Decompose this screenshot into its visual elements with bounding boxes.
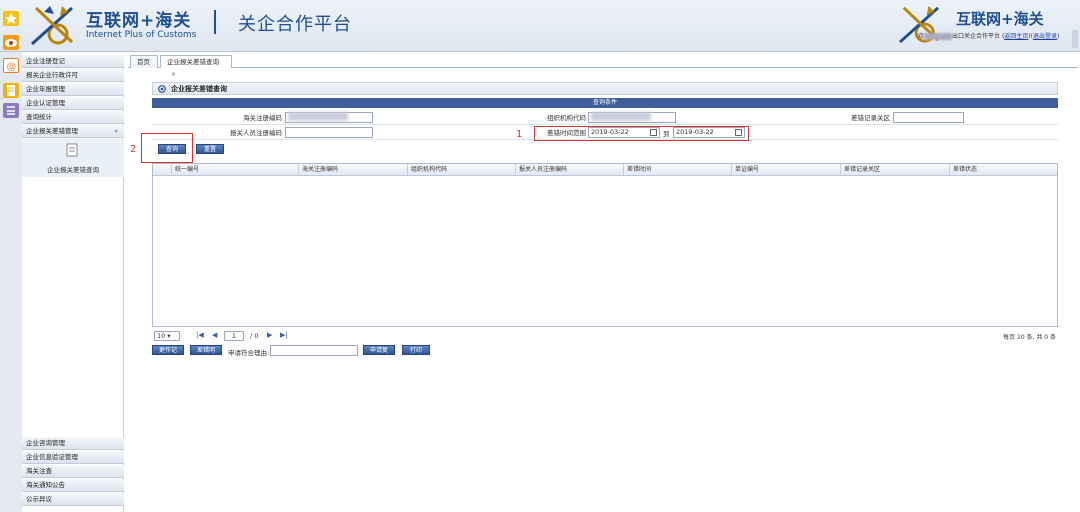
page-size-select[interactable]: 10 ▾ — [154, 331, 180, 341]
error-record-customs-label: 差错记录关区 — [851, 114, 890, 122]
prev-page-icon[interactable]: ◀ — [212, 331, 217, 339]
column-header[interactable]: 海关注册编码 — [298, 164, 407, 176]
welcome-suffix: 出口关企合作平台 — [952, 33, 1001, 40]
sidebar-item-label: 海关通知公告 — [26, 481, 65, 489]
declarer-reg-input[interactable] — [285, 127, 373, 138]
header-divider — [214, 10, 216, 34]
annotation-number: 1 — [516, 129, 523, 140]
pagination-bar: 10 ▾ |◀ ◀ 1 / 0 ▶ ▶| 每页 10 条, 共 0 条 — [152, 330, 1058, 342]
icon-strip: @ — [0, 11, 22, 512]
org-code-label: 组织机构代码 — [547, 114, 586, 122]
user-name-redacted — [924, 33, 953, 40]
submenu-panel: 企业报关差错查询 — [22, 139, 124, 177]
column-header[interactable]: 差错记录关区 — [840, 164, 949, 176]
sidebar-item-info-verify[interactable]: 企业信息验证管理 — [22, 451, 124, 464]
reason-input[interactable] — [270, 345, 358, 356]
tab-bar: 首页 企业报关差错查询 × — [128, 55, 1078, 78]
annotation-box-date-range — [534, 126, 749, 141]
customs-reg-label: 海关注册编码 — [243, 114, 282, 122]
star-icon[interactable] — [3, 11, 19, 26]
submenu-item-error-query[interactable]: 企业报关差错查询 — [22, 164, 124, 174]
welcome-text: 欢出口关企合作平台 (返回主页)(退出登录) — [918, 33, 1060, 40]
table-header: 统一编号 海关注册编码 组织机构代码 报关人员注册编码 差错时间 单证编号 差错… — [153, 164, 1057, 176]
logout-link[interactable]: 退出登录 — [1033, 33, 1057, 40]
reset-button[interactable]: 重置 — [196, 144, 224, 154]
results-table: 统一编号 海关注册编码 组织机构代码 报关人员注册编码 差错时间 单证编号 差错… — [152, 163, 1058, 327]
circle-icon — [158, 85, 166, 93]
page-total: / 0 — [250, 332, 259, 340]
sidebar-item-consult[interactable]: 企业咨询管理 — [22, 437, 124, 450]
sidebar-menu: 企业注册登记 报关企业行政许可 企业年报管理 企业认证管理 查询统计 企业报关差… — [22, 55, 124, 512]
sidebar-item-error-management[interactable]: 企业报关差错管理 « — [22, 125, 124, 138]
record-summary: 每页 10 条, 共 0 条 — [1003, 334, 1056, 341]
sidebar-item-label: 公示异议 — [26, 495, 52, 503]
tab-label: 企业报关差错查询 — [167, 58, 219, 66]
page-number-input[interactable]: 1 — [224, 331, 244, 341]
tab-error-query[interactable]: 企业报关差错查询 × — [160, 55, 232, 78]
sidebar-item-admin-license[interactable]: 报关企业行政许可 — [22, 69, 124, 82]
column-header[interactable]: 统一编号 — [171, 164, 301, 176]
logo-title-right: 互联网+海关 — [956, 10, 1044, 28]
print-button[interactable]: 打印 — [402, 345, 430, 355]
query-conditions-header: 查询条件 — [152, 98, 1058, 108]
column-header[interactable]: 差错时间 — [623, 164, 732, 176]
first-page-icon[interactable]: |◀ — [196, 331, 204, 339]
sidebar-item-objection[interactable]: 公示异议 — [22, 493, 124, 506]
redacted-value — [288, 112, 348, 121]
column-header[interactable]: 报关人员注册编码 — [515, 164, 624, 176]
eye-icon[interactable] — [3, 35, 19, 50]
query-button[interactable]: 查询 — [158, 144, 186, 154]
sidebar-item-query-stats[interactable]: 查询统计 — [22, 111, 124, 124]
sidebar-item-notice[interactable]: 海关通知公告 — [22, 479, 124, 492]
note-icon — [66, 143, 78, 157]
sidebar-item-label: 企业报关差错管理 — [26, 127, 78, 135]
panel-header: 企业报关差错查询 — [152, 82, 1058, 95]
redacted-value — [591, 112, 651, 121]
column-header[interactable]: 差错状态 — [949, 164, 1057, 176]
last-page-icon[interactable]: ▶| — [280, 331, 288, 339]
customs-emblem-icon — [30, 6, 74, 46]
sidebar-item-label: 海关注查 — [26, 467, 52, 475]
sidebar-item-customs-check[interactable]: 海关注查 — [22, 465, 124, 478]
tab-home[interactable]: 首页 — [130, 55, 158, 68]
page-title: 企业报关差错查询 — [171, 85, 227, 93]
logo-subtitle: Internet Plus of Customs — [86, 30, 197, 40]
annotation-number: 2 — [130, 144, 137, 155]
close-icon[interactable]: × — [171, 71, 176, 78]
sidebar-item-label: 企业咨询管理 — [26, 439, 65, 447]
svg-text:@: @ — [7, 61, 17, 72]
sidebar-item-label: 企业年报管理 — [26, 85, 65, 93]
page-size-value: 10 — [157, 332, 166, 340]
header: 互联网+海关 Internet Plus of Customs 关企合作平台 互… — [0, 0, 1080, 52]
sidebar-item-registration[interactable]: 企业注册登记 — [22, 55, 124, 68]
modify-record-button[interactable]: 更作记录 — [152, 345, 184, 363]
document-icon[interactable] — [3, 83, 19, 98]
home-link[interactable]: 返回主页 — [1004, 33, 1028, 40]
sidebar-item-certification[interactable]: 企业认证管理 — [22, 97, 124, 110]
error-record-customs-input[interactable] — [893, 112, 964, 123]
tab-label: 首页 — [137, 58, 150, 66]
sidebar-item-label: 查询统计 — [26, 113, 52, 121]
logo-title: 互联网+海关 — [86, 11, 192, 31]
next-page-icon[interactable]: ▶ — [267, 331, 272, 339]
column-header[interactable]: 单证编号 — [731, 164, 840, 176]
column-header[interactable]: 组织机构代码 — [407, 164, 516, 176]
form-row: 海关注册编码 组织机构代码 差错记录关区 — [152, 110, 1058, 125]
apply-review-button[interactable]: 申请复核 — [363, 345, 395, 363]
sidebar-item-label: 企业注册登记 — [26, 57, 65, 65]
list-icon[interactable] — [3, 103, 19, 118]
collapse-icon[interactable]: « — [114, 125, 118, 138]
sidebar-item-annual-report[interactable]: 企业年报管理 — [22, 83, 124, 96]
sidebar-item-label: 企业认证管理 — [26, 99, 65, 107]
error-detail-button[interactable]: 差错明细 — [190, 345, 222, 363]
sidebar-item-label: 报关企业行政许可 — [26, 71, 78, 79]
sidebar-item-label: 企业信息验证管理 — [26, 453, 78, 461]
reason-label: 申请符合理由: — [228, 349, 270, 357]
scrollbar[interactable] — [1072, 30, 1078, 48]
declarer-reg-label: 报关人员注册编码 — [230, 129, 282, 137]
at-icon[interactable]: @ — [3, 58, 19, 73]
platform-title: 关企合作平台 — [238, 14, 352, 35]
